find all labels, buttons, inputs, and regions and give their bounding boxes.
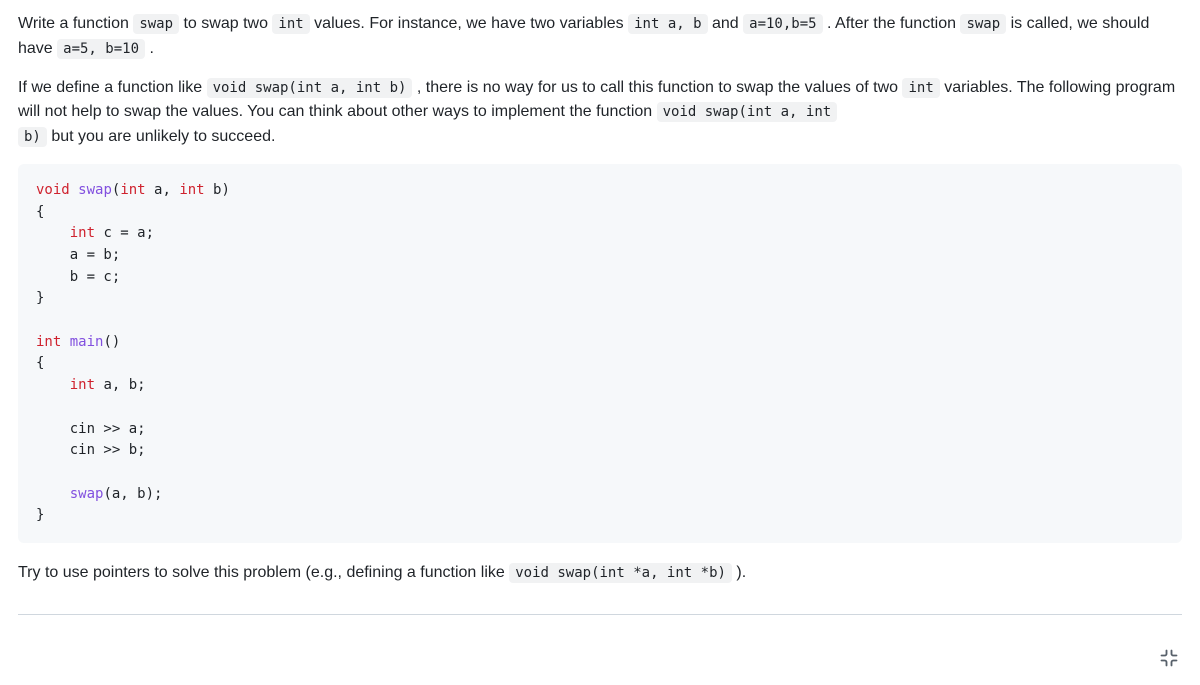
text: , there is no way for us to call this fu… [417,79,903,96]
code-token: main [70,334,104,350]
code-token: cin >> b; [36,442,146,458]
paragraph-3: Try to use pointers to solve this proble… [18,561,1182,586]
code-token: } [36,290,44,306]
code-token [36,225,70,241]
code-token: cin >> a; [36,421,146,437]
inline-code-initial: a=10,b=5 [743,14,822,34]
code-token: () [103,334,120,350]
code-token: int [120,182,145,198]
text: to swap two [183,15,272,32]
code-token: void [36,182,70,198]
inline-code-decl: int a, b [628,14,707,34]
paragraph-2: If we define a function like void swap(i… [18,76,1182,150]
code-token: } [36,507,44,523]
text: If we define a function like [18,79,207,96]
divider [18,614,1182,615]
inline-code-sig: void swap(int a, int b) [207,78,413,98]
code-token: c = a; [95,225,154,241]
code-token: int [70,225,95,241]
inline-code-sig2a: void swap(int a, int [657,102,838,122]
code-token [36,486,70,502]
text: . After the function [827,15,960,32]
inline-code-ptr-sig: void swap(int *a, int *b) [509,563,732,583]
code-token: b) [205,182,230,198]
text: . [149,40,153,57]
code-token [70,182,78,198]
text: Try to use pointers to solve this proble… [18,564,509,581]
code-token: (a, b); [103,486,162,502]
inline-code-swap2: swap [960,14,1006,34]
code-token [36,377,70,393]
text: ). [736,564,746,581]
code-block: void swap(int a, int b) { int c = a; a =… [18,164,1182,543]
inline-code-int: int [272,14,309,34]
code-token: int [36,334,61,350]
code-token: swap [78,182,112,198]
inline-code-int2: int [902,78,939,98]
code-token: int [70,377,95,393]
code-token: a, b; [95,377,146,393]
code-token: { [36,355,44,371]
text: but you are unlikely to succeed. [51,128,275,145]
inline-code-result: a=5, b=10 [57,39,145,59]
paragraph-1: Write a function swap to swap two int va… [18,12,1182,62]
exit-fullscreen-button[interactable] [1156,645,1182,671]
code-token: a, [146,182,180,198]
inline-code-swap: swap [133,14,179,34]
code-token: { [36,204,44,220]
code-token: b = c; [36,269,120,285]
text: values. For instance, we have two variab… [314,15,628,32]
inline-code-sig2b: b) [18,127,47,147]
code-token: a = b; [36,247,120,263]
exit-fullscreen-icon [1159,648,1179,668]
text: and [712,15,743,32]
code-token: swap [70,486,104,502]
code-token [61,334,69,350]
code-token: int [179,182,204,198]
text: Write a function [18,15,133,32]
